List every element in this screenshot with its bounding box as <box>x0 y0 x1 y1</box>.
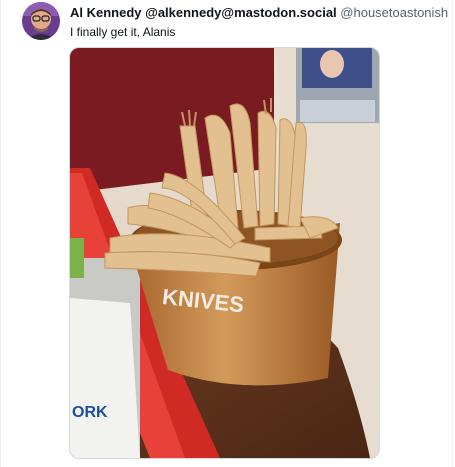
tweet-text: I finally get it, Alanis <box>70 25 176 39</box>
tweet-header: Al Kennedy @alkennedy@mastodon.social @h… <box>70 4 449 22</box>
tweet-photo[interactable]: ORK KNIVES <box>69 47 380 459</box>
timeline-left-border <box>0 0 1 467</box>
box-label-text: ORK <box>72 404 108 421</box>
avatar-image <box>22 2 60 40</box>
timeline-right-border <box>452 0 453 467</box>
avatar[interactable] <box>22 2 60 40</box>
photo-knives-cup-with-wooden-cutlery: ORK KNIVES <box>70 48 379 458</box>
display-name[interactable]: Al Kennedy <box>70 5 142 20</box>
user-handle[interactable]: @alkennedy@mastodon.social <box>145 5 337 20</box>
source-handle[interactable]: @housetoastonish <box>340 5 448 20</box>
